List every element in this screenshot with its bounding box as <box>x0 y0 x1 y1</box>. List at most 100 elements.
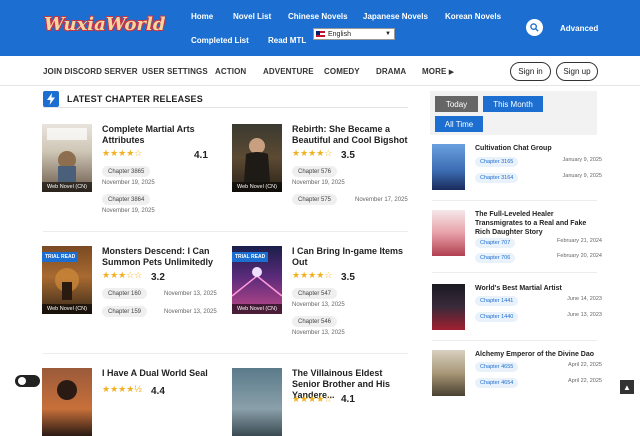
novel-card: TRIAL READ Web Novel (CN) I Can Bring In… <box>232 246 412 336</box>
uk-flag-icon <box>316 31 325 37</box>
side-chapter-badge[interactable]: Chapter 3165 <box>475 157 519 167</box>
side-novel-title[interactable]: The Full-Leveled Healer Transmigrates to… <box>475 210 600 237</box>
nav-chinese-novels[interactable]: Chinese Novels <box>288 12 348 21</box>
side-chapter-date: January 9, 2025 <box>562 157 602 163</box>
side-chapter-date: January 9, 2025 <box>562 173 602 179</box>
trial-read-badge: TRIAL READ <box>232 252 269 262</box>
dark-mode-toggle[interactable] <box>15 375 40 387</box>
rating-value: 4.4 <box>151 386 165 397</box>
nav-completed-list[interactable]: Completed List <box>191 36 249 45</box>
side-novel-cover[interactable] <box>432 210 465 256</box>
ranking-tabs-panel: Today This Month All Time <box>430 91 597 135</box>
novel-cover[interactable] <box>232 368 282 436</box>
novel-title[interactable]: I Can Bring In-game Items Out <box>292 246 412 268</box>
chapter-badge[interactable]: Chapter 576 <box>292 166 338 177</box>
ranking-item: Cultivation Chat Group Chapter 3165 Janu… <box>432 144 602 192</box>
side-chapter-badge[interactable]: Chapter 706 <box>475 253 516 263</box>
side-chapter-date: February 21, 2024 <box>557 238 602 244</box>
novel-title[interactable]: Complete Martial Arts Attributes <box>102 124 222 146</box>
chapter-badge[interactable]: Chapter 547 <box>292 288 338 299</box>
cover-label: Web Novel (CN) <box>232 304 282 314</box>
side-chapter-badge[interactable]: Chapter 3164 <box>475 173 519 183</box>
side-novel-title[interactable]: Cultivation Chat Group <box>475 144 600 153</box>
side-novel-title[interactable]: World's Best Martial Artist <box>475 284 600 293</box>
side-chapter-badge[interactable]: Chapter 1441 <box>475 296 519 306</box>
subnav-user-settings[interactable]: USER SETTINGS <box>142 67 208 76</box>
novel-cover[interactable]: Web Novel (CN) <box>42 124 92 192</box>
chapter-date: November 13, 2025 <box>292 302 345 308</box>
chapter-date: November 13, 2025 <box>164 291 217 297</box>
tab-all-time[interactable]: All Time <box>435 116 483 132</box>
sign-up-button[interactable]: Sign up <box>556 62 598 81</box>
star-rating: ★★★★½ <box>102 384 142 394</box>
site-logo[interactable]: WuxiaWorld <box>44 10 165 46</box>
chapter-badge[interactable]: Chapter 159 <box>102 306 148 317</box>
chapter-badge[interactable]: Chapter 546 <box>292 316 338 327</box>
side-novel-cover[interactable] <box>432 350 465 396</box>
star-rating: ★★★★☆ <box>292 270 333 280</box>
nav-home[interactable]: Home <box>191 12 213 21</box>
sign-in-button[interactable]: Sign in <box>510 62 551 81</box>
novel-title[interactable]: Rebirth: She Became a Beautiful and Cool… <box>292 124 412 146</box>
nav-read-mtl[interactable]: Read MTL <box>268 36 306 45</box>
nav-korean-novels[interactable]: Korean Novels <box>445 12 501 21</box>
chapter-date: November 19, 2025 <box>292 180 345 186</box>
nav-japanese-novels[interactable]: Japanese Novels <box>363 12 428 21</box>
side-chapter-date: April 22, 2025 <box>568 378 602 384</box>
row-divider <box>43 231 408 232</box>
search-icon <box>530 23 539 32</box>
rating-value: 3.5 <box>341 150 355 161</box>
subnav-discord[interactable]: JOIN DISCORD SERVER <box>43 67 138 76</box>
rating-value: 3.5 <box>341 272 355 283</box>
side-novel-cover[interactable] <box>432 144 465 190</box>
cover-label: Web Novel (CN) <box>232 182 282 192</box>
chapter-badge[interactable]: Chapter 3865 <box>102 166 151 177</box>
side-novel-cover[interactable] <box>432 284 465 330</box>
tab-today[interactable]: Today <box>435 96 478 112</box>
star-rating: ★★★☆☆ <box>102 270 143 280</box>
side-chapter-date: April 22, 2025 <box>568 362 602 368</box>
subnav-more[interactable]: MORE ▶ <box>422 67 454 76</box>
search-button[interactable] <box>526 19 543 36</box>
ranking-item: World's Best Martial Artist Chapter 1441… <box>432 284 602 330</box>
novel-cover[interactable] <box>42 368 92 436</box>
advanced-search-link[interactable]: Advanced <box>560 24 598 33</box>
sidebar-divider <box>432 272 597 273</box>
side-chapter-badge[interactable]: Chapter 707 <box>475 238 516 248</box>
subnav-comedy[interactable]: COMEDY <box>324 67 360 76</box>
arrow-up-icon: ▲ <box>623 382 631 392</box>
subnav-action[interactable]: ACTION <box>215 67 246 76</box>
cover-label: Web Novel (CN) <box>42 182 92 192</box>
novel-cover[interactable]: Web Novel (CN) <box>232 124 282 192</box>
side-chapter-badge[interactable]: Chapter 4655 <box>475 362 519 372</box>
back-to-top-button[interactable]: ▲ <box>620 380 634 394</box>
star-rating: ★★★★☆ <box>102 148 143 158</box>
side-chapter-date: February 20, 2024 <box>557 253 602 259</box>
section-divider <box>43 107 408 108</box>
subnav-adventure[interactable]: ADVENTURE <box>263 67 314 76</box>
chapter-badge[interactable]: Chapter 575 <box>292 194 338 205</box>
ranking-item: Alchemy Emperor of the Divine Dao Chapte… <box>432 350 602 396</box>
side-chapter-badge[interactable]: Chapter 4654 <box>475 378 519 388</box>
novel-cover[interactable]: TRIAL READ Web Novel (CN) <box>42 246 92 314</box>
rating-value: 3.2 <box>151 272 165 283</box>
subnav-drama[interactable]: DRAMA <box>376 67 406 76</box>
tab-this-month[interactable]: This Month <box>483 96 543 112</box>
side-novel-title[interactable]: Alchemy Emperor of the Divine Dao <box>475 350 600 359</box>
novel-title[interactable]: I Have A Dual World Seal <box>102 368 222 379</box>
chapter-date: November 19, 2025 <box>102 208 155 214</box>
nav-novel-list[interactable]: Novel List <box>233 12 271 21</box>
language-select[interactable]: English ▼ <box>313 28 395 40</box>
chapter-badge[interactable]: Chapter 160 <box>102 288 148 299</box>
row-divider <box>43 353 408 354</box>
chapter-date: November 13, 2025 <box>292 330 345 336</box>
novel-cover[interactable]: TRIAL READ Web Novel (CN) <box>232 246 282 314</box>
side-chapter-badge[interactable]: Chapter 1440 <box>475 312 519 322</box>
chapter-badge[interactable]: Chapter 3864 <box>102 194 151 205</box>
novel-card: TRIAL READ Web Novel (CN) Monsters Desce… <box>42 246 222 336</box>
more-label: MORE <box>422 67 447 76</box>
novel-title[interactable]: Monsters Descend: I Can Summon Pets Unli… <box>102 246 222 268</box>
cover-art <box>57 380 77 400</box>
language-label: English <box>328 30 351 38</box>
sidebar-divider <box>432 200 597 201</box>
